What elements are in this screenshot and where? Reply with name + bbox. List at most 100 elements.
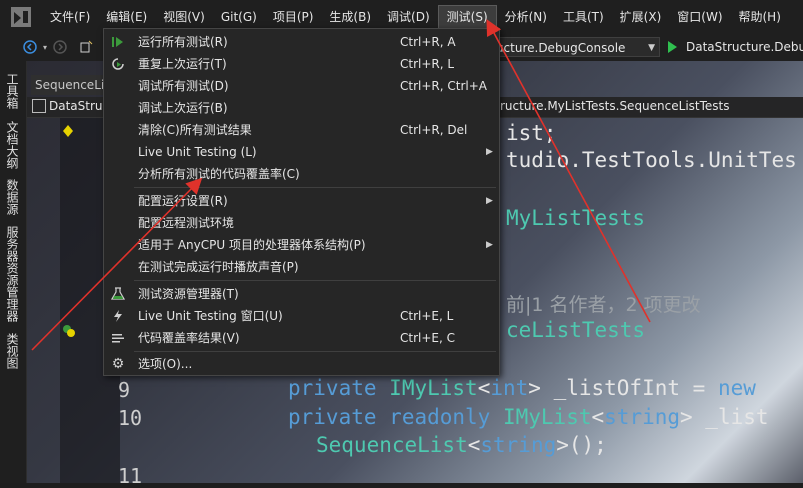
menu-debug[interactable]: 调试(D) <box>379 5 438 29</box>
menu-item-label: 适用于 AnyCPU 项目的处理器体系结构(P) <box>138 238 366 252</box>
csharp-file-icon <box>32 99 46 113</box>
tab-server-explorer[interactable]: 服务器资源管理器 <box>4 226 21 322</box>
punct: < <box>591 405 605 429</box>
keyword: int <box>490 376 529 400</box>
live-testing-icon <box>110 308 126 324</box>
menu-item-options[interactable]: ⚙ 选项(O)... <box>104 353 499 375</box>
code-line-10-cont: SequenceList<string>(); <box>316 433 607 457</box>
forward-icon[interactable] <box>50 37 70 57</box>
punct: > _listOfInt = <box>528 376 718 400</box>
codelens-text[interactable]: 前|1 名作者，2 项更改 <box>506 290 701 317</box>
menu-item-coverage-results[interactable]: 代码覆盖率结果(V) Ctrl+E, C <box>104 327 499 349</box>
menu-file[interactable]: 文件(F) <box>42 5 98 29</box>
menu-view[interactable]: 视图(V) <box>155 5 213 29</box>
tab-toolbox[interactable]: 工具箱 <box>4 73 21 109</box>
run-all-icon <box>110 34 126 50</box>
keyword: private <box>288 405 377 429</box>
menu-item-label: 测试资源管理器(T) <box>138 287 239 301</box>
keyword: new <box>717 376 756 400</box>
menu-test[interactable]: 测试(S) <box>437 4 497 29</box>
code-line-class: ceListTests <box>506 318 646 342</box>
menu-item-shortcut: Ctrl+R, Del <box>400 123 468 137</box>
menu-extensions[interactable]: 扩展(X) <box>612 5 670 29</box>
menu-item-label: 运行所有测试(R) <box>138 35 228 49</box>
keyword: readonly <box>389 405 491 429</box>
left-tool-strip: 工具箱 文档大纲 数据源 服务器资源管理器 类视图 <box>0 61 27 483</box>
menu-item-label: 清除(C)所有测试结果 <box>138 123 252 137</box>
nav-project-combo[interactable]: DataStru <box>32 99 103 113</box>
code-line-10: private readonly IMyList<string> _list <box>288 405 769 429</box>
startup-config-combo[interactable]: ructure.DebugConsole ▼ <box>488 37 660 57</box>
code-line-9: private IMyList<int> _listOfInt = new <box>288 376 756 400</box>
test-menu-dropdown: 运行所有测试(R) Ctrl+R, A 重复上次运行(T) Ctrl+R, L … <box>103 28 500 376</box>
menu-separator <box>134 280 496 281</box>
menu-item-processor-architecture[interactable]: 适用于 AnyCPU 项目的处理器体系结构(P) ▶ <box>104 234 499 256</box>
type-name: IMyList <box>502 405 592 429</box>
visual-studio-logo-icon <box>8 4 34 30</box>
type-name: SequenceList <box>316 433 468 457</box>
tab-data-sources[interactable]: 数据源 <box>4 179 21 215</box>
menu-item-live-unit-testing-window[interactable]: Live Unit Testing 窗口(U) Ctrl+E, L <box>104 305 499 327</box>
menu-item-label: 分析所有测试的代码覆盖率(C) <box>138 167 300 181</box>
code-line-1: ist; <box>506 121 557 145</box>
document-tab[interactable]: SequenceLis <box>31 75 111 95</box>
menu-item-test-explorer[interactable]: 测试资源管理器(T) <box>104 283 499 305</box>
play-icon <box>668 41 677 53</box>
new-project-icon[interactable] <box>76 37 96 57</box>
menu-item-label: 代码覆盖率结果(V) <box>138 331 240 345</box>
menu-item-debug-all-tests[interactable]: 调试所有测试(D) Ctrl+R, Ctrl+A <box>104 75 499 97</box>
menu-item-label: 在测试完成运行时播放声音(P) <box>138 260 299 274</box>
menu-item-shortcut: Ctrl+R, Ctrl+A <box>400 79 487 93</box>
menu-item-shortcut: Ctrl+R, L <box>400 57 455 71</box>
menu-window[interactable]: 窗口(W) <box>669 5 730 29</box>
line-number-10: 10 <box>118 406 143 430</box>
menu-item-analyze-coverage[interactable]: 分析所有测试的代码覆盖率(C) <box>104 163 499 185</box>
menu-item-debug-last-run[interactable]: 调试上次运行(B) <box>104 97 499 119</box>
menu-item-label: Live Unit Testing (L) <box>138 145 257 159</box>
tab-class-view[interactable]: 类视图 <box>4 333 21 369</box>
menu-item-repeat-last-run[interactable]: 重复上次运行(T) Ctrl+R, L <box>104 53 499 75</box>
menu-project[interactable]: 项目(P) <box>265 5 322 29</box>
run-button-label: DataStructure.Debu <box>686 40 803 54</box>
submenu-arrow-icon: ▶ <box>486 147 493 157</box>
menu-item-configure-run-settings[interactable]: 配置运行设置(R) ▶ <box>104 190 499 212</box>
menu-item-play-sound[interactable]: 在测试完成运行时播放声音(P) <box>104 256 499 278</box>
keyword: string <box>604 405 681 429</box>
keyword: private <box>288 376 377 400</box>
lightbulb-icon[interactable] <box>62 124 74 138</box>
menu-item-clear-results[interactable]: 清除(C)所有测试结果 Ctrl+R, Del <box>104 119 499 141</box>
menu-build[interactable]: 生成(B) <box>321 5 379 29</box>
dropdown-chevron-icon[interactable]: ▾ <box>40 37 50 57</box>
back-icon[interactable] <box>20 37 40 57</box>
menu-analyze[interactable]: 分析(N) <box>497 5 555 29</box>
menu-edit[interactable]: 编辑(E) <box>98 5 155 29</box>
tab-document-outline[interactable]: 文档大纲 <box>4 121 21 169</box>
repeat-run-icon <box>110 56 126 72</box>
type-name: IMyList <box>389 376 478 400</box>
run-button[interactable]: DataStructure.Debu <box>668 37 803 57</box>
menu-help[interactable]: 帮助(H) <box>731 5 789 29</box>
menu-item-label: Live Unit Testing 窗口(U) <box>138 309 283 323</box>
line-number-9: 9 <box>118 378 131 402</box>
code-line-namespace: MyListTests <box>506 206 646 230</box>
startup-config-value: ructure.DebugConsole <box>491 41 626 55</box>
menu-item-label: 调试上次运行(B) <box>138 101 228 115</box>
menu-item-label: 调试所有测试(D) <box>138 79 229 93</box>
chevron-down-icon: ▼ <box>648 43 655 53</box>
test-status-icon[interactable] <box>62 324 76 338</box>
nav-project-label: DataStru <box>49 99 103 113</box>
submenu-arrow-icon: ▶ <box>486 196 493 206</box>
menu-item-configure-remote-env[interactable]: 配置远程测试环境 <box>104 212 499 234</box>
menu-item-live-unit-testing[interactable]: Live Unit Testing (L) ▶ <box>104 141 499 163</box>
nav-member-combo[interactable]: ructure.MyListTests.SequenceListTests <box>500 99 730 113</box>
code-line-2: tudio.TestTools.UnitTes <box>506 148 797 172</box>
menu-tools[interactable]: 工具(T) <box>555 5 612 29</box>
menu-item-run-all-tests[interactable]: 运行所有测试(R) Ctrl+R, A <box>104 31 499 53</box>
coverage-results-icon <box>110 330 126 346</box>
menu-item-label: 重复上次运行(T) <box>138 57 227 71</box>
menu-git[interactable]: Git(G) <box>213 5 265 29</box>
keyword: string <box>480 433 557 457</box>
menu-item-shortcut: Ctrl+R, A <box>400 35 456 49</box>
menu-separator <box>134 187 496 188</box>
menu-item-label: 配置运行设置(R) <box>138 194 228 208</box>
